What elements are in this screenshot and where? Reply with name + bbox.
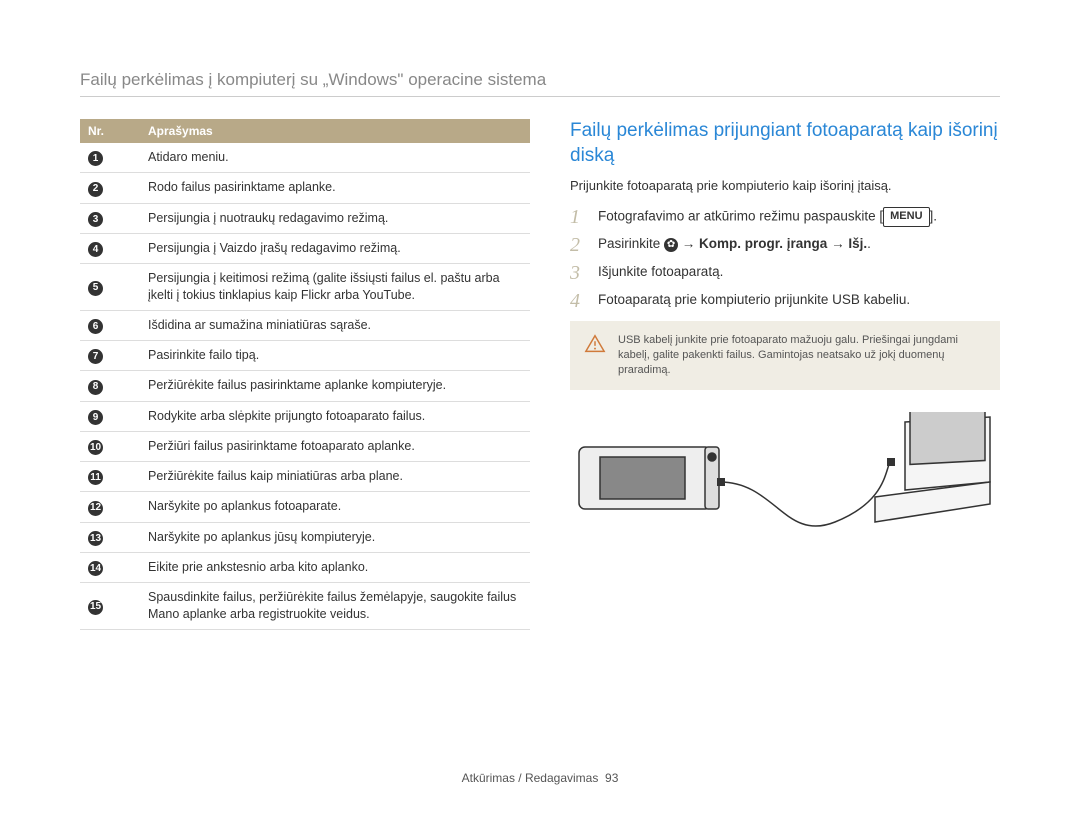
row-number-badge: 13: [88, 531, 103, 546]
row-desc: Naršykite po aplankus fotoaparate.: [140, 492, 530, 522]
step-text: Fotoaparatą prie kompiuterio prijunkite …: [598, 291, 910, 311]
row-number-badge: 4: [88, 242, 103, 257]
row-desc: Persijungia į Vaizdo įrašų redagavimo re…: [140, 233, 530, 263]
table-row: 7 Pasirinkite failo tipą.: [80, 341, 530, 371]
row-number-badge: 12: [88, 501, 103, 516]
step-2: 2 Pasirinkite ✿ → Komp. progr. įranga → …: [570, 235, 1000, 255]
gear-icon: ✿: [664, 238, 678, 252]
row-desc: Persijungia į nuotraukų redagavimo režim…: [140, 203, 530, 233]
camera-laptop-illustration: [570, 412, 1000, 557]
step-text: Pasirinkite: [598, 236, 664, 251]
step-text: .: [867, 236, 871, 251]
row-desc: Pasirinkite failo tipą.: [140, 341, 530, 371]
steps-list: 1 Fotografavimo ar atkūrimo režimu paspa…: [570, 207, 1000, 311]
instructions-column: Failų perkėlimas prijungiant fotoaparatą…: [570, 119, 1000, 630]
table-row: 4 Persijungia į Vaizdo įrašų redagavimo r…: [80, 233, 530, 263]
step-number: 2: [570, 235, 588, 255]
step-arrow: →: [678, 236, 699, 251]
option-label: Išj.: [848, 236, 867, 251]
row-desc: Išdidina ar sumažina miniatiūras sąraše.: [140, 310, 530, 340]
step-1: 1 Fotografavimo ar atkūrimo režimu paspa…: [570, 207, 1000, 227]
table-row: 6 Išdidina ar sumažina miniatiūras sąraše…: [80, 310, 530, 340]
row-number-badge: 6: [88, 319, 103, 334]
row-number-badge: 5: [88, 281, 103, 296]
step-number: 4: [570, 291, 588, 311]
description-table-column: Nr. Aprašymas 1 Atidaro meniu. 2 Rodo failu…: [80, 119, 530, 630]
page-footer: Atkūrimas / Redagavimas 93: [0, 771, 1080, 785]
table-row: 11 Peržiūrėkite failus kaip miniatiūras a…: [80, 462, 530, 492]
table-row: 15 Spausdinkite failus, peržiūrėkite fail…: [80, 583, 530, 630]
row-number-badge: 8: [88, 380, 103, 395]
table-row: 5 Persijungia į keitimosi režimą (galite …: [80, 264, 530, 311]
section-title: Failų perkėlimas prijungiant fotoaparatą…: [570, 119, 1000, 168]
row-number-badge: 11: [88, 470, 103, 485]
row-desc: Atidaro meniu.: [140, 143, 530, 173]
step-text: Fotografavimo ar atkūrimo režimu paspaus…: [598, 209, 883, 224]
row-number-badge: 3: [88, 212, 103, 227]
row-number-badge: 9: [88, 410, 103, 425]
row-desc: Peržiūri failus pasirinktame fotoaparato…: [140, 431, 530, 461]
footer-section: Atkūrimas / Redagavimas: [462, 771, 599, 785]
step-4: 4 Fotoaparatą prie kompiuterio prijunkit…: [570, 291, 1000, 311]
warning-box: USB kabelį junkite prie fotoaparato mažu…: [570, 321, 1000, 390]
table-row: 2 Rodo failus pasirinktame aplanke.: [80, 173, 530, 203]
row-number-badge: 7: [88, 349, 103, 364]
row-desc: Eikite prie ankstesnio arba kito aplanko…: [140, 552, 530, 582]
row-desc: Naršykite po aplankus jūsų kompiuteryje.: [140, 522, 530, 552]
col-header-nr: Nr.: [80, 119, 140, 143]
row-number-badge: 2: [88, 182, 103, 197]
step-number: 3: [570, 263, 588, 283]
description-table: Nr. Aprašymas 1 Atidaro meniu. 2 Rodo failu…: [80, 119, 530, 630]
row-number-badge: 15: [88, 600, 103, 615]
row-desc: Peržiūrėkite failus pasirinktame aplanke…: [140, 371, 530, 401]
row-desc: Persijungia į keitimosi režimą (galite i…: [140, 264, 530, 311]
menu-button-label: MENU: [883, 207, 929, 226]
table-row: 13 Naršykite po aplankus jūsų kompiuteryj…: [80, 522, 530, 552]
table-row: 10 Peržiūri failus pasirinktame fotoapara…: [80, 431, 530, 461]
page-title: Failų perkėlimas į kompiuterį su „Window…: [80, 70, 1000, 97]
step-text: ].: [930, 209, 938, 224]
step-arrow: →: [827, 236, 848, 251]
table-row: 3 Persijungia į nuotraukų redagavimo reži…: [80, 203, 530, 233]
row-number-badge: 14: [88, 561, 103, 576]
option-label: Komp. progr. įranga: [699, 236, 827, 251]
table-row: 12 Naršykite po aplankus fotoaparate.: [80, 492, 530, 522]
row-desc: Spausdinkite failus, peržiūrėkite failus…: [140, 583, 530, 630]
row-number-badge: 1: [88, 151, 103, 166]
table-row: 1 Atidaro meniu.: [80, 143, 530, 173]
warning-icon: [584, 333, 606, 358]
step-3: 3 Išjunkite fotoaparatą.: [570, 263, 1000, 283]
step-text: Išjunkite fotoaparatą.: [598, 263, 723, 283]
table-row: 14 Eikite prie ankstesnio arba kito aplan…: [80, 552, 530, 582]
step-number: 1: [570, 207, 588, 227]
row-desc: Peržiūrėkite failus kaip miniatiūras arb…: [140, 462, 530, 492]
warning-text: USB kabelį junkite prie fotoaparato mažu…: [618, 333, 986, 378]
page-number: 93: [605, 771, 618, 785]
col-header-desc: Aprašymas: [140, 119, 530, 143]
table-row: 8 Peržiūrėkite failus pasirinktame aplank…: [80, 371, 530, 401]
intro-text: Prijunkite fotoaparatą prie kompiuterio …: [570, 178, 1000, 193]
row-number-badge: 10: [88, 440, 103, 455]
row-desc: Rodykite arba slėpkite prijungto fotoapa…: [140, 401, 530, 431]
row-desc: Rodo failus pasirinktame aplanke.: [140, 173, 530, 203]
table-row: 9 Rodykite arba slėpkite prijungto fotoap…: [80, 401, 530, 431]
